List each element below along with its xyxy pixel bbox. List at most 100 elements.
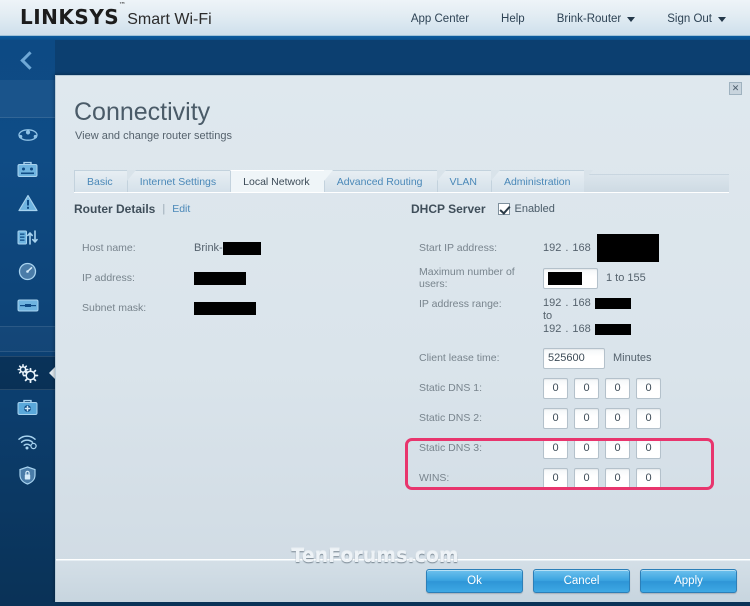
tab-local-network[interactable]: Local Network [230,170,333,192]
start-ip-octet-2: 168 [572,242,591,254]
router-ip-address-row: IP address: [74,263,404,293]
static-dns-1-octet-3[interactable]: 0 [605,377,630,399]
sidebar-item-troubleshooting[interactable] [0,390,55,424]
speed-test-icon [18,262,37,280]
tab-advanced-routing[interactable]: Advanced Routing [323,170,446,192]
static-dns-1-octets: 0 0 0 0 [543,377,661,399]
wins-octets: 0 0 0 0 [543,467,661,489]
footer-bar: Ok Cancel Apply [56,559,750,606]
sidebar-item-security[interactable] [0,458,55,492]
max-users-hint: 1 to 155 [606,272,646,284]
sidebar-item-connectivity[interactable] [0,356,55,390]
wins-octet-4[interactable]: 0 [636,467,661,489]
lease-time-unit: Minutes [613,352,652,364]
tab-administration[interactable]: Administration [490,170,593,192]
static-dns-3-octet-2[interactable]: 0 [574,437,599,459]
wins-octet-3[interactable]: 0 [605,467,630,489]
static-dns-2-octet-1[interactable]: 0 [543,407,568,429]
wireless-icon [17,434,37,449]
ip-range-from: 192 . 168 [543,297,631,309]
static-dns-1-octet-2[interactable]: 0 [574,377,599,399]
router-subnet-mask-row: Subnet mask: [74,293,404,323]
top-navigation: App Center Help Brink-Router Sign Out [395,10,742,28]
dhcp-lease-time-row: Client lease time: 525600 Minutes [411,343,741,373]
lease-time-input[interactable]: 525600 [543,347,605,369]
subnet-mask-label: Subnet mask: [82,302,147,314]
troubleshooting-icon [17,399,38,415]
guest-access-icon [17,161,38,177]
static-dns-2-octet-3[interactable]: 0 [605,407,630,429]
wins-octet-2[interactable]: 0 [574,467,599,489]
router-details-header: Router Details | Edit [74,201,404,217]
nav-router-label: Brink-Router [556,13,622,25]
top-bar-accent-line [0,36,750,40]
sidebar-item-guest-access[interactable] [0,152,55,186]
close-icon[interactable]: ✕ [729,82,742,95]
content-panel: ✕ Connectivity View and change router se… [55,75,750,606]
static-dns-3-octet-1[interactable]: 0 [543,437,568,459]
nav-app-center-label: App Center [410,13,470,25]
static-dns-2-octet-4[interactable]: 0 [636,407,661,429]
sidebar-collapse-button[interactable] [0,40,55,80]
apply-button[interactable]: Apply [640,569,737,593]
dhcp-static-dns-1-row: Static DNS 1: 0 0 0 0 [411,373,741,403]
tab-basic-label: Basic [87,175,113,188]
sidebar-item-parental-controls[interactable] [0,186,55,220]
router-details-panel: Router Details | Edit Host name: Brink- … [74,201,404,323]
sidebar-item-external-storage[interactable] [0,288,55,322]
ip-address-label: IP address: [82,272,135,284]
tab-internet-settings[interactable]: Internet Settings [126,170,240,192]
nav-sign-out[interactable]: Sign Out [651,10,742,28]
host-name-redaction [222,241,261,255]
chevron-down-icon [718,16,726,22]
start-ip-dot-1: . [565,242,569,254]
sidebar-item-media-prioritization[interactable] [0,220,55,254]
ip-range-values: 192 . 168 to 192 . 168 [543,297,631,335]
static-dns-1-octet-1[interactable]: 0 [543,377,568,399]
static-dns-2-octets: 0 0 0 0 [543,407,661,429]
nav-help-label: Help [501,13,525,25]
ok-button[interactable]: Ok [426,569,523,593]
window-bottom-edge [0,602,750,606]
tab-vlan-label: VLAN [449,175,477,188]
sidebar-item-network-map[interactable] [0,118,55,152]
dhcp-server-title: DHCP Server [411,202,486,216]
media-prioritization-icon [17,230,38,245]
chevron-down-icon [627,16,636,22]
router-details-edit-link[interactable]: Edit [172,203,190,215]
static-dns-1-label: Static DNS 1: [419,382,483,394]
static-dns-1-octet-4[interactable]: 0 [636,377,661,399]
dhcp-enabled-checkbox[interactable] [498,203,511,215]
security-shield-icon [19,465,36,485]
sidebar-separator [0,326,55,352]
tab-basic[interactable]: Basic [74,170,136,192]
nav-help[interactable]: Help [485,10,541,28]
max-users-input[interactable] [543,267,598,289]
parental-controls-icon [17,194,38,212]
start-ip-label: Start IP address: [419,242,498,254]
lease-time-label: Client lease time: [419,352,500,364]
static-dns-3-octet-4[interactable]: 0 [636,437,661,459]
host-name-label: Host name: [82,242,136,254]
cancel-button[interactable]: Cancel [533,569,630,593]
router-host-name-row: Host name: Brink- [74,233,404,263]
static-dns-3-octet-3[interactable]: 0 [605,437,630,459]
trademark-symbol: ™ [118,1,127,9]
dhcp-enabled-label: Enabled [514,203,555,215]
linksys-smart-wifi-app: LINKSYS ™ Smart Wi-Fi App Center Help Br… [0,0,750,606]
nav-router-menu[interactable]: Brink-Router [541,10,652,28]
brand-name-text: LINKSYS [20,5,120,29]
tab-local-network-label: Local Network [243,175,310,188]
sidebar-item-speed-test[interactable] [0,254,55,288]
wins-octet-1[interactable]: 0 [543,467,568,489]
ip-range-from-dot-1: . [565,297,569,309]
sidebar-item-wireless[interactable] [0,424,55,458]
nav-app-center[interactable]: App Center [395,10,485,28]
static-dns-3-label: Static DNS 3: [419,442,483,454]
start-ip-value: 192 . 168 [543,234,659,262]
ip-range-to-octet-2: 168 [572,323,591,335]
start-ip-redaction [596,234,659,262]
tab-bar-filler [584,174,729,192]
static-dns-2-octet-2[interactable]: 0 [574,407,599,429]
dhcp-ip-range-row: IP address range: 192 . 168 to 192 . 168 [411,293,741,339]
